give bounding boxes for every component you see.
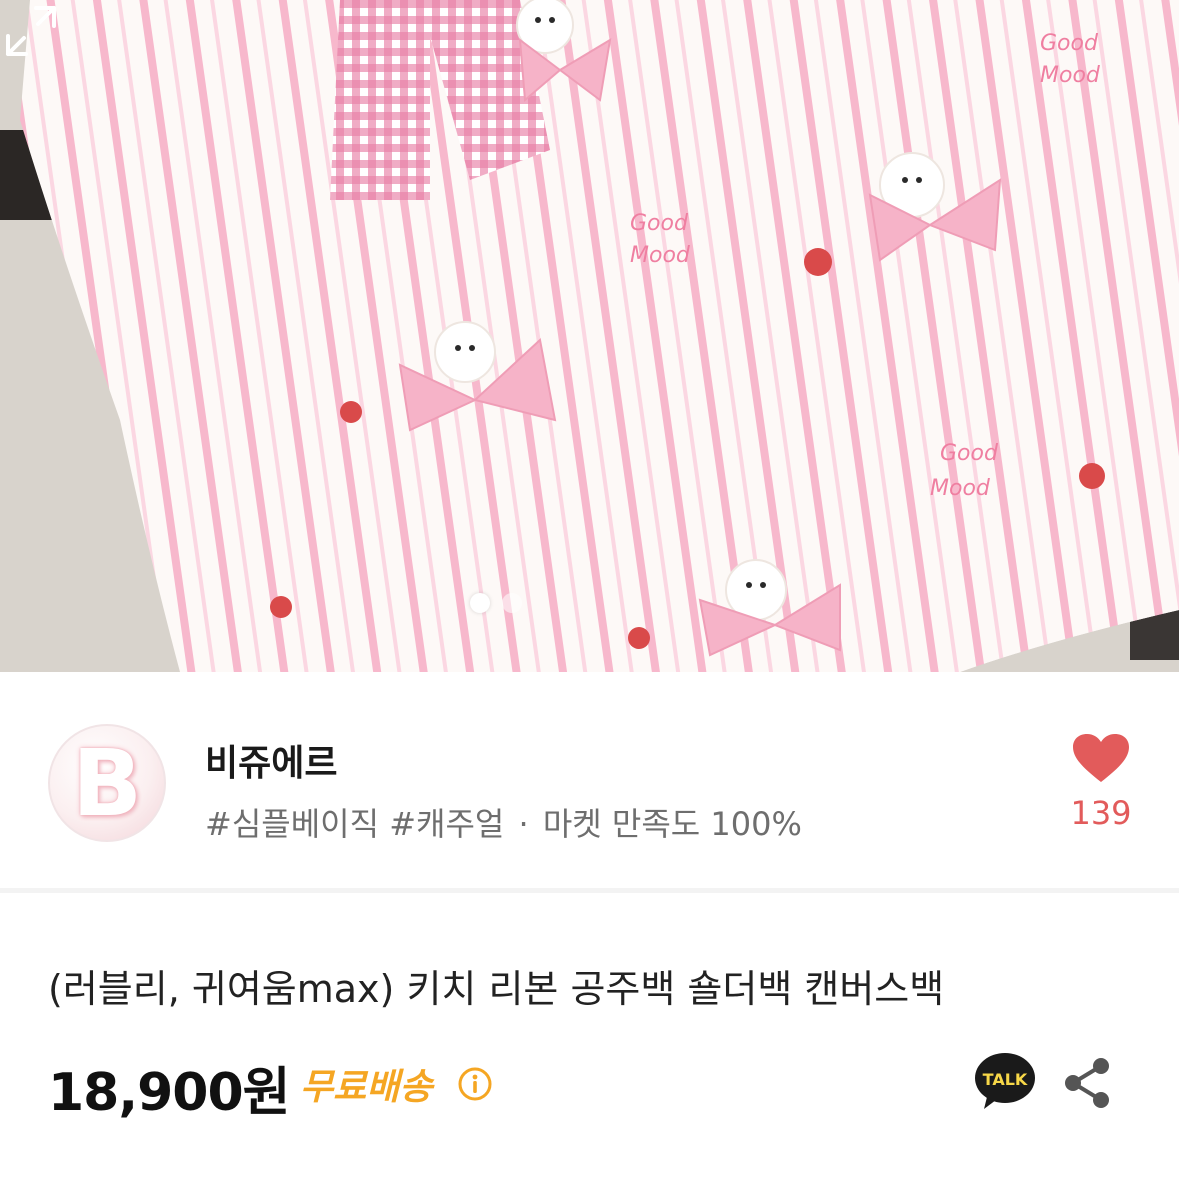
- product-page: Good Mood Good Mood Good Mood B 비쥬에르 #심플베이직: [0, 0, 1179, 1179]
- seller-tag: #심플베이직: [205, 805, 380, 843]
- seller-tags: #심플베이직 #캐주얼 · 마켓 만족도 100%: [205, 799, 802, 845]
- carousel-dot: [502, 593, 522, 613]
- talk-icon: TALK: [975, 1053, 1035, 1109]
- market-satisfaction: 마켓 만족도 100%: [542, 805, 802, 843]
- section-divider: [0, 888, 1179, 893]
- seller-logo-letter: B: [71, 729, 143, 837]
- seller-info[interactable]: B 비쥬에르 #심플베이직 #캐주얼 · 마켓 만족도 100% 139: [0, 672, 1179, 890]
- like-button[interactable]: 139: [1066, 734, 1136, 832]
- heart-icon: [1073, 734, 1129, 782]
- carousel-dot-active: [470, 593, 490, 613]
- product-photo: Good Mood Good Mood Good Mood: [0, 0, 1179, 672]
- expand-icon[interactable]: [0, 0, 62, 62]
- like-count: 139: [1070, 794, 1132, 832]
- carousel-indicator: [470, 593, 522, 613]
- svg-text:Good: Good: [940, 441, 999, 466]
- talk-label: TALK: [983, 1070, 1028, 1089]
- seller-name[interactable]: 비쥬에르: [205, 734, 337, 786]
- svg-text:Good: Good: [1040, 31, 1099, 56]
- svg-text:Mood: Mood: [1040, 63, 1101, 88]
- talk-button[interactable]: TALK: [974, 1051, 1036, 1113]
- product-image[interactable]: Good Mood Good Mood Good Mood: [0, 0, 1179, 672]
- svg-text:Mood: Mood: [930, 476, 991, 501]
- svg-text:Mood: Mood: [630, 243, 691, 268]
- svg-text:Good: Good: [630, 211, 689, 236]
- product-price: 18,900원: [48, 1063, 291, 1123]
- shipping-badge: 무료배송: [300, 1067, 433, 1108]
- seller-logo[interactable]: B: [48, 724, 166, 842]
- seller-tag: #캐주얼: [389, 805, 505, 843]
- share-icon[interactable]: [1062, 1055, 1112, 1111]
- info-icon[interactable]: [457, 1066, 493, 1102]
- separator: ·: [518, 805, 529, 843]
- product-title: (러블리, 귀여움max) 키치 리본 공주백 숄더백 캔버스백: [48, 967, 945, 1011]
